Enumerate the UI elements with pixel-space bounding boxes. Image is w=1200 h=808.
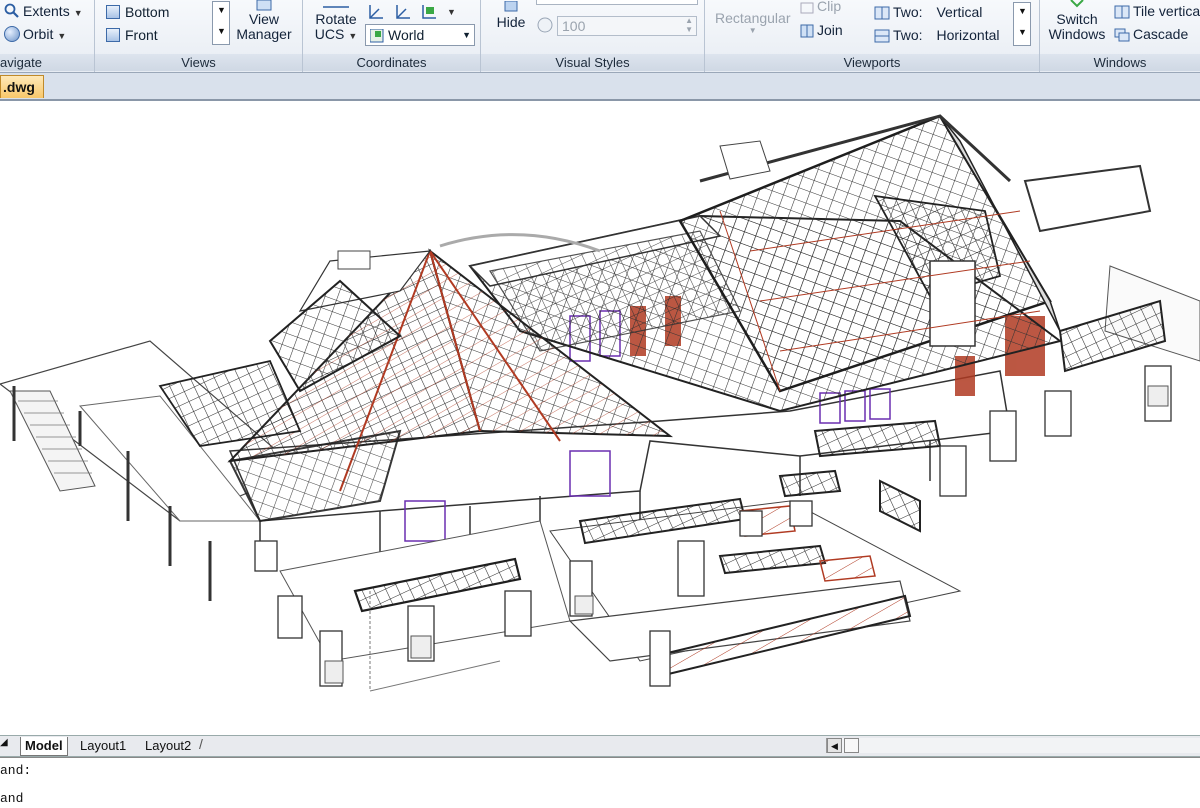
viewport-list-scroll[interactable]: ▼ ▼ <box>1013 2 1031 46</box>
rectangular-button[interactable]: Rectangular ▼ <box>715 10 791 35</box>
tab-layout1[interactable]: Layout1 <box>76 737 130 755</box>
hide-icon <box>493 0 529 14</box>
views-list-scroll[interactable]: ▼ ▼ <box>212 1 230 45</box>
scroll-left-icon[interactable]: ◀ <box>827 738 842 753</box>
extents-label: Extents <box>23 3 70 19</box>
panel-windows: Switch Windows Tile vertica Cascade Wind… <box>1040 0 1200 72</box>
world-ucs-icon <box>369 28 384 48</box>
viewport-config-list[interactable]: Two: Vertical Two: Horizontal ▼ ▼ <box>870 2 1031 46</box>
clip-button[interactable]: Clip <box>800 0 841 17</box>
ribbon: Extents ▼ Orbit ▼ avigate Bottom ▼ ▼ Front… <box>0 0 1200 73</box>
view-bottom-item[interactable]: Bottom <box>103 2 228 24</box>
view-front-item[interactable]: Front <box>103 25 213 47</box>
view-bottom-icon <box>106 5 120 19</box>
ucs-icons-row: ▼ <box>367 3 457 24</box>
two-vertical-icon <box>874 6 890 23</box>
scroll-thumb[interactable] <box>844 738 859 753</box>
join-icon <box>800 24 814 41</box>
cascade-icon <box>1114 28 1130 45</box>
cascade-button[interactable]: Cascade <box>1114 26 1188 45</box>
panel-title-views: Views <box>95 54 302 71</box>
two-horizontal-item[interactable]: Two: Horizontal <box>874 27 1000 46</box>
svg-text:▼: ▼ <box>447 7 456 17</box>
hide-button[interactable]: Hide <box>493 0 529 30</box>
panel-title-navigate: avigate <box>0 54 94 71</box>
panel-title-coordinates: Coordinates <box>303 54 480 71</box>
building-wireframe <box>0 114 1200 692</box>
visual-style-combo[interactable] <box>536 0 698 5</box>
chevron-down-icon: ▼ <box>462 30 471 40</box>
command-line-1: and: <box>0 763 32 778</box>
switch-windows-button[interactable]: Switch Windows <box>1046 0 1108 42</box>
panel-views: Bottom ▼ ▼ Front View Manager Views <box>95 0 303 72</box>
tab-layout2[interactable]: Layout2 <box>141 737 195 755</box>
horizontal-scrollbar[interactable]: ◀ <box>826 738 1200 753</box>
command-line-2[interactable]: and <box>0 790 23 808</box>
tab-scroll-left-icon[interactable]: ◢ <box>0 737 8 748</box>
panel-viewports: Rectangular ▼ Clip Join Two: Vertical Tw… <box>705 0 1040 72</box>
ucs-world-select[interactable]: World ▼ <box>365 24 475 46</box>
rotate-ucs-button[interactable]: Rotate UCS ▼ <box>311 0 361 44</box>
drawing-canvas[interactable] <box>0 101 1200 735</box>
scroll-up-icon: ▼ <box>217 5 226 15</box>
chevron-down-icon: ▼ <box>1018 6 1027 16</box>
opacity-spinner[interactable]: 100 ▲ ▼ <box>557 16 697 36</box>
orbit-icon <box>4 26 20 45</box>
scroll-down-icon: ▼ <box>217 26 226 36</box>
file-tab-strip: .dwg <box>0 73 1200 101</box>
opacity-icon <box>537 17 555 38</box>
panel-title-viewports: Viewports <box>705 54 1039 71</box>
view-manager-button[interactable]: View Manager <box>233 0 295 42</box>
panel-coordinates: Rotate UCS ▼ ▼ World ▼ Coordinates <box>303 0 481 72</box>
zoom-extents-icon <box>4 3 20 22</box>
tile-vertically-button[interactable]: Tile vertica <box>1114 3 1200 22</box>
panel-title-windows: Windows <box>1040 54 1200 71</box>
command-window[interactable]: and: and <box>0 757 1200 806</box>
two-vertical-item[interactable]: Two: Vertical <box>874 4 982 23</box>
tile-vertical-icon <box>1114 5 1130 22</box>
chevron-down-icon: ▼ <box>1018 27 1027 37</box>
spin-down-icon: ▼ <box>685 25 693 34</box>
layout-tab-bar: ◢ Model Layout1 Layout2 / ◀ <box>0 735 1200 757</box>
tab-model[interactable]: Model <box>20 737 68 756</box>
panel-title-visual-styles: Visual Styles <box>481 54 704 71</box>
tab-divider: / <box>199 736 203 752</box>
orbit-label: Orbit <box>23 26 54 42</box>
view-front-icon <box>106 28 120 42</box>
spin-up-icon: ▲ <box>685 16 693 25</box>
zoom-extents-button[interactable]: Extents ▼ <box>4 3 83 22</box>
file-tab[interactable]: .dwg <box>0 75 44 98</box>
panel-visual-styles: Hide 100 ▲ ▼ Visual Styles <box>481 0 705 72</box>
clip-icon <box>800 1 814 17</box>
join-button[interactable]: Join <box>800 22 843 41</box>
orbit-button[interactable]: Orbit ▼ <box>4 26 66 45</box>
panel-navigate: Extents ▼ Orbit ▼ avigate <box>0 0 95 72</box>
two-horizontal-icon <box>874 29 890 46</box>
